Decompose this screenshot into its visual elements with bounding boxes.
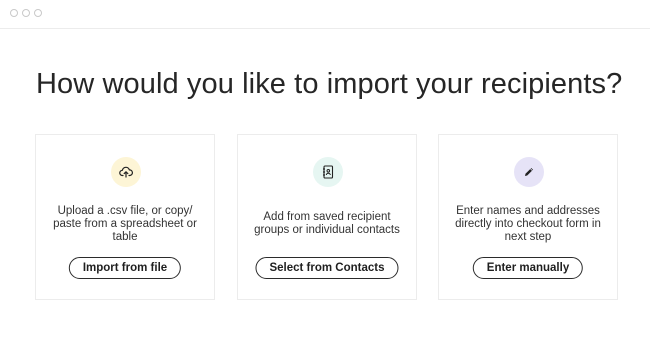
window-maximize-control[interactable] [34, 9, 42, 17]
import-option-manual-card: Enter names and addresses directly into … [438, 134, 618, 300]
import-option-contacts-card: Add from saved recipient groups or indiv… [237, 134, 417, 300]
pencil-icon [514, 157, 544, 187]
window-title-bar [0, 0, 650, 29]
cloud-upload-icon [111, 157, 141, 187]
import-option-file-card: Upload a .csv file, or copy/ paste from … [35, 134, 215, 300]
option-description: Upload a .csv file, or copy/ paste from … [53, 205, 197, 243]
window-minimize-control[interactable] [22, 9, 30, 17]
window-close-control[interactable] [10, 9, 18, 17]
page-title: How would you like to import your recipi… [36, 68, 623, 100]
option-description: Add from saved recipient groups or indiv… [254, 211, 400, 236]
import-from-file-button[interactable]: Import from file [68, 257, 182, 279]
address-book-icon [313, 157, 343, 187]
enter-manually-button[interactable]: Enter manually [472, 257, 584, 279]
option-description: Enter names and addresses directly into … [455, 205, 601, 243]
select-from-contacts-button[interactable]: Select from Contacts [255, 257, 399, 279]
